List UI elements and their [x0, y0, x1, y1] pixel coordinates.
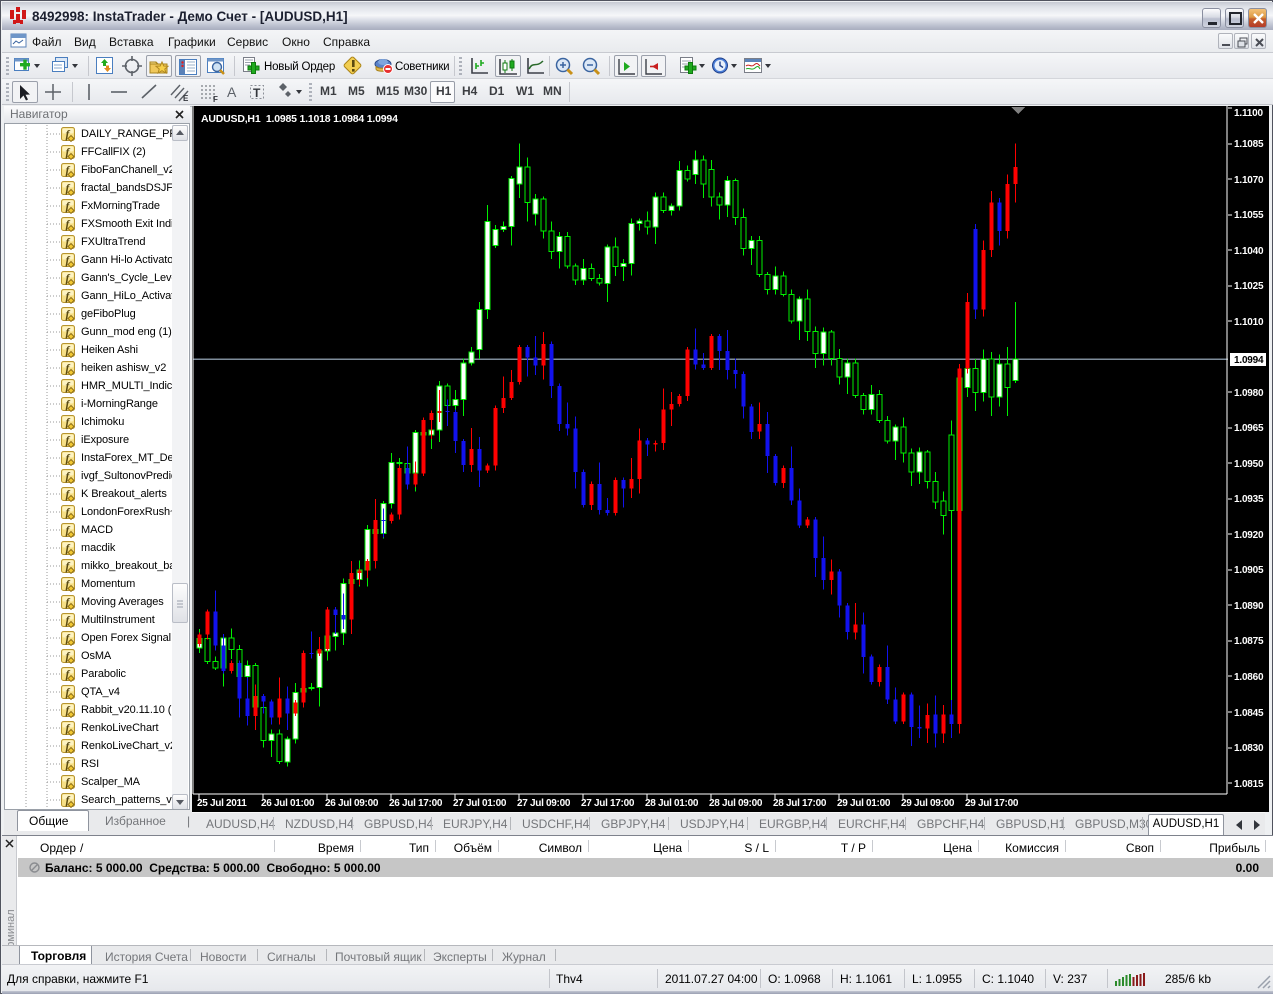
svg-text:1.1055: 1.1055 [1234, 210, 1264, 221]
svg-text:27 Jul 01:00: 27 Jul 01:00 [453, 798, 507, 809]
svg-text:1.0830: 1.0830 [1234, 743, 1264, 754]
svg-text:1.0860: 1.0860 [1234, 672, 1264, 683]
svg-text:F: F [213, 95, 218, 103]
svg-text:1.0920: 1.0920 [1234, 530, 1264, 541]
svg-text:E: E [183, 94, 189, 103]
svg-text:27 Jul 17:00: 27 Jul 17:00 [581, 798, 635, 809]
svg-text:28 Jul 01:00: 28 Jul 01:00 [645, 798, 699, 809]
svg-text:1.0815: 1.0815 [1234, 779, 1264, 790]
svg-text:1.0950: 1.0950 [1234, 459, 1264, 470]
svg-text:1.1025: 1.1025 [1234, 281, 1264, 292]
svg-text:25 Jul 2011: 25 Jul 2011 [197, 798, 247, 809]
svg-text:1.1070: 1.1070 [1234, 175, 1264, 186]
svg-text:1.1100: 1.1100 [1234, 108, 1263, 119]
svg-text:AUDUSD,H1 1.0985 1.1018 1.098: AUDUSD,H1 1.0985 1.1018 1.0984 1.0994 [201, 113, 398, 125]
svg-text:1.1010: 1.1010 [1234, 317, 1264, 328]
svg-text:1.0965: 1.0965 [1234, 423, 1264, 434]
svg-text:1.0845: 1.0845 [1234, 708, 1264, 719]
svg-text:26 Jul 01:00: 26 Jul 01:00 [261, 798, 315, 809]
svg-text:1.0875: 1.0875 [1234, 636, 1264, 647]
svg-text:Советники: Советники [395, 61, 449, 73]
svg-text:1.1085: 1.1085 [1234, 139, 1264, 150]
svg-text:29 Jul 17:00: 29 Jul 17:00 [965, 798, 1019, 809]
svg-text:A: A [227, 84, 237, 100]
svg-text:27 Jul 09:00: 27 Jul 09:00 [517, 798, 571, 809]
svg-text:28 Jul 17:00: 28 Jul 17:00 [773, 798, 827, 809]
svg-text:1.0994: 1.0994 [1234, 355, 1264, 366]
svg-text:29 Jul 01:00: 29 Jul 01:00 [837, 798, 891, 809]
svg-text:26 Jul 17:00: 26 Jul 17:00 [389, 798, 443, 809]
svg-text:1.0890: 1.0890 [1234, 601, 1264, 612]
svg-text:1.0980: 1.0980 [1234, 388, 1264, 399]
svg-text:28 Jul 09:00: 28 Jul 09:00 [709, 798, 763, 809]
svg-text:29 Jul 09:00: 29 Jul 09:00 [901, 798, 955, 809]
svg-text:26 Jul 09:00: 26 Jul 09:00 [325, 798, 379, 809]
svg-text:T: T [253, 86, 261, 100]
svg-text:Новый Ордер: Новый Ордер [264, 61, 335, 73]
svg-text:1.0935: 1.0935 [1234, 494, 1264, 505]
svg-text:1.1040: 1.1040 [1234, 246, 1264, 257]
svg-text:1.0905: 1.0905 [1234, 565, 1264, 576]
